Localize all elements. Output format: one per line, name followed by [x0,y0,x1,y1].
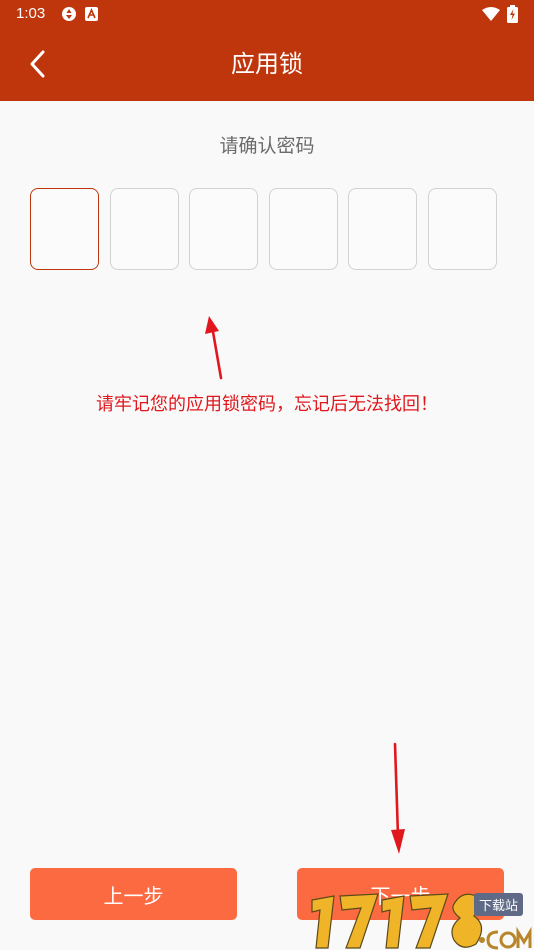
annotation-arrow-down [391,742,405,854]
passcode-digit-1[interactable] [30,188,99,270]
app-bar: 1:03 应用锁 [0,0,534,101]
passcode-digit-2[interactable] [110,188,179,270]
passcode-input[interactable] [30,188,504,270]
app-lock-screen: 1:03 应用锁 请确认密码 请牢记您的应用锁密码，忘记后无法找回！ 上一步 下… [0,0,534,950]
a-badge-icon [85,7,98,21]
passcode-prompt: 请确认密码 [219,135,315,157]
battery-charging-icon [507,5,518,23]
status-bar: 1:03 [0,0,534,30]
aperture-icon [62,7,76,21]
annotation-warning: 请牢记您的应用锁密码，忘记后无法找回！ [96,394,438,415]
watermark-tag: 下载站 [474,893,524,916]
status-time: 1:03 [16,5,46,22]
passcode-digit-3[interactable] [189,188,258,270]
passcode-digit-5[interactable] [348,188,417,270]
annotation-arrow-up [205,316,223,380]
page-title: 应用锁 [231,50,303,78]
passcode-digit-4[interactable] [269,188,338,270]
previous-step-button[interactable]: 上一步 [30,868,237,920]
wifi-icon [482,7,500,21]
passcode-digit-6[interactable] [428,188,497,270]
